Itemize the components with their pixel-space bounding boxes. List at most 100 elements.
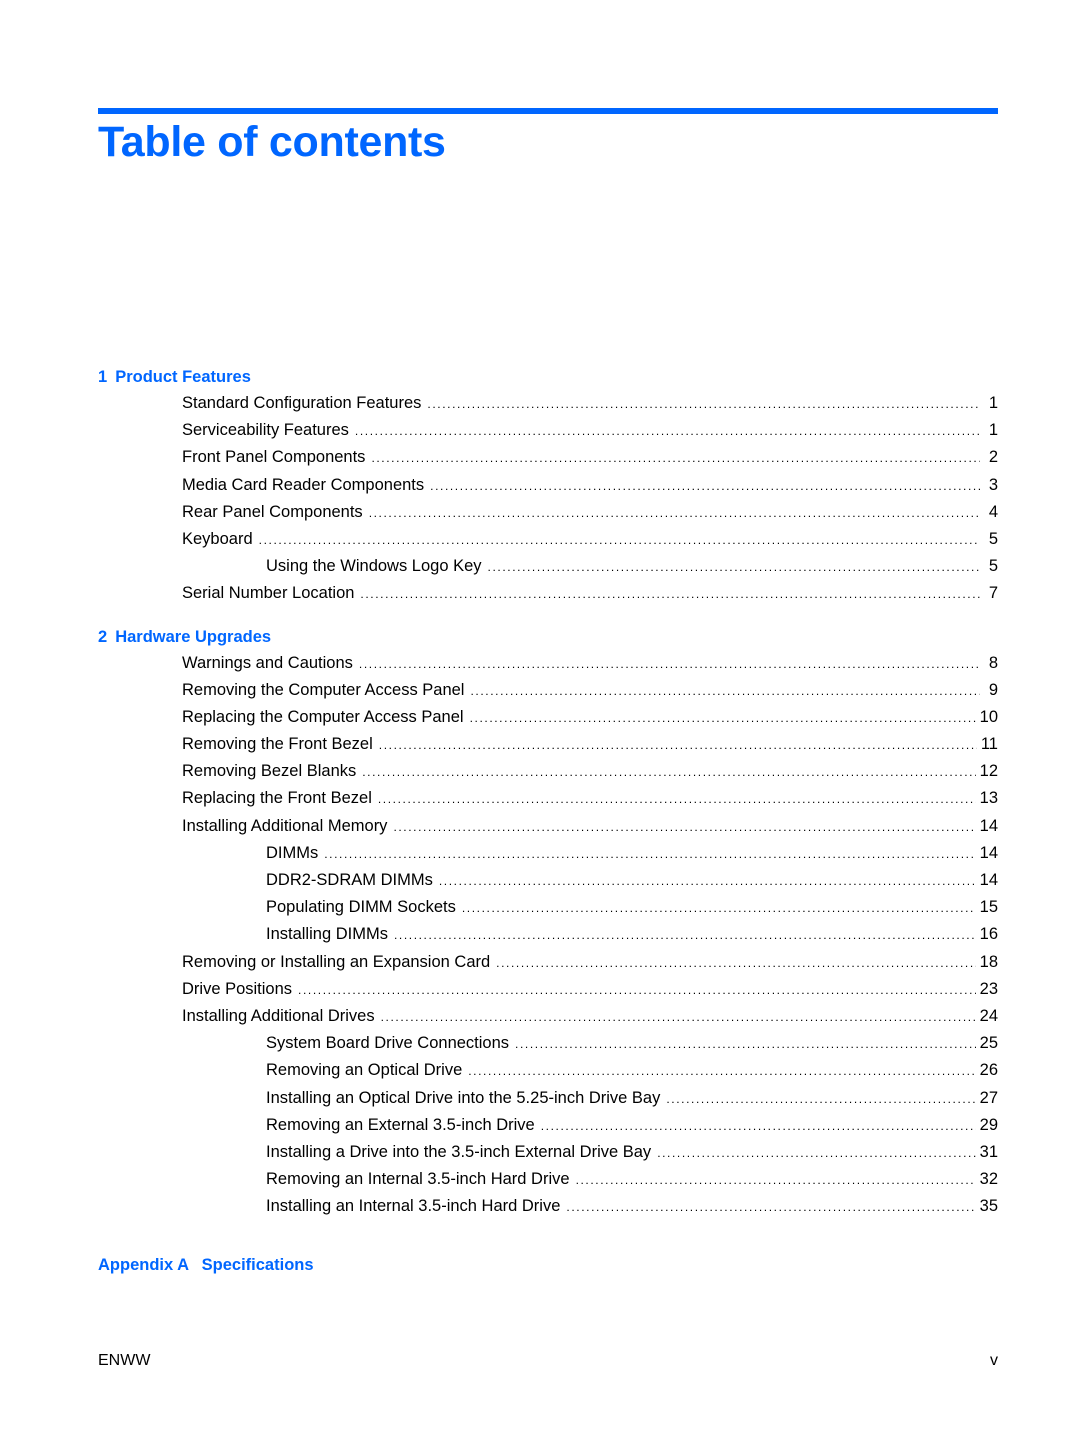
toc-entry[interactable]: Removing or Installing an Expansion Card… [98, 949, 998, 976]
dot-leader [576, 1167, 976, 1194]
chapter-number: 1 [98, 368, 108, 386]
dot-leader [369, 500, 980, 527]
toc-entry[interactable]: Installing an Internal 3.5-inch Hard Dri… [98, 1193, 998, 1220]
toc-entry[interactable]: Removing an Internal 3.5-inch Hard Drive… [98, 1166, 998, 1193]
dot-leader [666, 1086, 975, 1113]
toc-entry-label: Removing an Optical Drive [266, 1061, 463, 1080]
toc-entry[interactable]: Media Card Reader Components 3 [98, 472, 998, 499]
toc-entry-label: Replacing the Front Bezel [182, 789, 372, 808]
toc-entry-label: Front Panel Components [182, 448, 366, 467]
toc-entry-page: 3 [988, 475, 998, 494]
toc-entry-label: Installing Additional Memory [182, 816, 388, 835]
toc-entry-label: DIMMs [266, 843, 319, 862]
toc-entry-page: 12 [979, 762, 998, 781]
dot-leader [470, 678, 980, 705]
toc-entry-label: Removing or Installing an Expansion Card [182, 952, 491, 971]
toc-entry-page: 31 [979, 1142, 998, 1161]
toc-entry-page: 16 [979, 925, 998, 944]
toc-entry[interactable]: Removing the Computer Access Panel 9 [98, 677, 998, 704]
dot-leader [362, 759, 975, 786]
toc-entry-label: Removing an External 3.5-inch Drive [266, 1115, 535, 1134]
toc-entry-label: Removing the Computer Access Panel [182, 680, 465, 699]
appendix-title: Specifications [201, 1256, 314, 1275]
dot-leader [496, 950, 975, 977]
toc-entry-page: 8 [988, 653, 998, 672]
dot-leader [430, 473, 980, 500]
toc-entry[interactable]: Standard Configuration Features 1 [98, 390, 998, 417]
toc-entry[interactable]: DDR2-SDRAM DIMMs 14 [98, 867, 998, 894]
toc-entry-page: 18 [979, 952, 998, 971]
dot-leader [371, 445, 980, 472]
toc-entry-label: Removing an Internal 3.5-inch Hard Drive [266, 1170, 570, 1189]
toc-entry-label: Keyboard [182, 529, 253, 548]
toc-entry[interactable]: Keyboard 5 [98, 526, 998, 553]
dot-leader [566, 1194, 975, 1221]
toc-entry[interactable]: Populating DIMM Sockets 15 [98, 894, 998, 921]
toc-entry[interactable]: Removing an External 3.5-inch Drive 29 [98, 1112, 998, 1139]
chapter-number: 2 [98, 627, 108, 646]
dot-leader [515, 1031, 976, 1058]
toc-entry[interactable]: Rear Panel Components 4 [98, 499, 998, 526]
dot-leader [355, 418, 980, 445]
toc-entry[interactable]: Removing an Optical Drive 26 [98, 1057, 998, 1084]
toc-entry-label: Installing DIMMs [266, 925, 388, 944]
toc-entry-page: 23 [979, 979, 998, 998]
toc-entry-label: Replacing the Computer Access Panel [182, 707, 464, 726]
toc-entry[interactable]: Drive Positions 23 [98, 976, 998, 1003]
toc-entry-page: 14 [979, 871, 998, 889]
toc-chapter-heading[interactable]: 1 Product Features [98, 364, 998, 390]
toc-appendix-heading[interactable]: Appendix A Specifications [98, 1252, 998, 1278]
toc-entry-label: Warnings and Cautions [182, 653, 353, 672]
toc-entry-label: Populating DIMM Sockets [266, 898, 456, 917]
toc-entry[interactable]: Replacing the Computer Access Panel 10 [98, 704, 998, 731]
toc-entry[interactable]: Front Panel Components 2 [98, 444, 998, 471]
dot-leader [324, 841, 975, 868]
toc-entry-label: Rear Panel Components [182, 502, 363, 521]
toc-entry-page: 15 [979, 898, 998, 917]
toc-entry-page: 29 [979, 1115, 998, 1134]
toc-entry-label: Installing a Drive into the 3.5-inch Ext… [266, 1142, 652, 1161]
toc-entry-page: 2 [988, 448, 998, 467]
footer-page-number: v [990, 1352, 998, 1369]
toc-entry[interactable]: Installing DIMMs 16 [98, 921, 998, 948]
toc-entry[interactable]: Installing Additional Drives 24 [98, 1003, 998, 1030]
toc-entry[interactable]: Removing Bezel Blanks 12 [98, 758, 998, 785]
toc-entry-label: Media Card Reader Components [182, 475, 425, 494]
toc-entry[interactable]: Installing an Optical Drive into the 5.2… [98, 1085, 998, 1112]
toc-entry[interactable]: Removing the Front Bezel 11 [98, 731, 998, 758]
toc-entry[interactable]: Serviceability Features 1 [98, 417, 998, 444]
toc-entry-label: Removing Bezel Blanks [182, 762, 357, 781]
toc-entry[interactable]: Using the Windows Logo Key 5 [98, 553, 998, 580]
toc-entry-label: Drive Positions [182, 979, 293, 998]
toc-entry-label: System Board Drive Connections [266, 1034, 510, 1053]
footer-locale-code: ENWW [98, 1352, 151, 1369]
toc-entry-page: 9 [988, 680, 998, 699]
toc-entry-label: Serviceability Features [182, 421, 349, 440]
dot-leader [298, 977, 976, 1004]
dot-leader [394, 922, 976, 949]
toc-entry[interactable]: Installing a Drive into the 3.5-inch Ext… [98, 1139, 998, 1166]
dot-leader [541, 1113, 976, 1140]
chapter-list: 1 Product Features Standard Configuration … [98, 364, 998, 1220]
toc-entry-label: DDR2-SDRAM DIMMs [266, 871, 433, 889]
toc-entry-page: 13 [979, 789, 998, 808]
dot-leader [381, 1004, 976, 1031]
toc-chapter-heading[interactable]: 2 Hardware Upgrades [98, 624, 998, 650]
toc-entry[interactable]: Warnings and Cautions 8 [98, 650, 998, 677]
toc-entry[interactable]: System Board Drive Connections 25 [98, 1030, 998, 1057]
toc-entry[interactable]: Serial Number Location 7 [98, 580, 998, 607]
toc-entry-page: 14 [979, 843, 998, 862]
toc-entry[interactable]: DIMMs 14 [98, 840, 998, 867]
toc-chapter: 1 Product Features Standard Configuration … [98, 364, 998, 608]
toc-entry[interactable]: Replacing the Front Bezel 13 [98, 785, 998, 812]
toc-entry-label: Removing the Front Bezel [182, 735, 373, 754]
dot-leader [427, 391, 980, 418]
table-of-contents: 1 Product Features Standard Configuration … [98, 364, 998, 1278]
appendix-number: Appendix A [98, 1256, 190, 1275]
toc-entry-page: 27 [979, 1088, 998, 1107]
toc-entry-page: 35 [979, 1197, 998, 1216]
dot-leader [470, 705, 976, 732]
toc-entry-label: Using the Windows Logo Key [266, 557, 482, 576]
toc-entry-page: 7 [988, 584, 998, 603]
toc-entry[interactable]: Installing Additional Memory 14 [98, 813, 998, 840]
